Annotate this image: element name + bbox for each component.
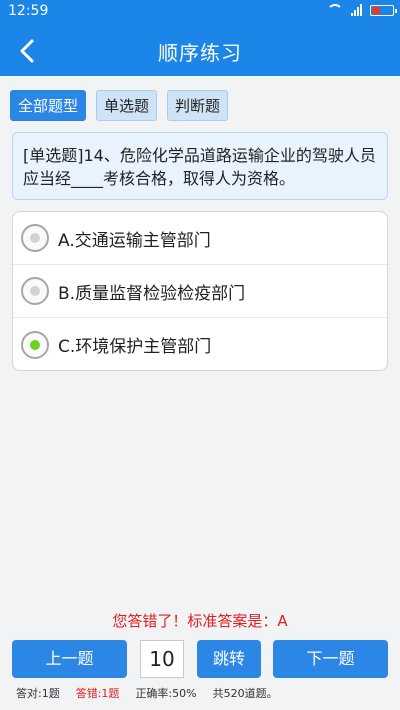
option-b[interactable]: B.质量监督检验检疫部门	[13, 265, 387, 318]
prev-question-button[interactable]: 上一题	[12, 640, 127, 678]
wifi-icon	[327, 4, 343, 16]
wrong-count: 答错:1题	[75, 687, 120, 700]
signal-icon	[351, 4, 362, 16]
status-bar: 12:59	[0, 0, 400, 24]
correct-count: 答对:1题	[16, 687, 60, 700]
answer-feedback: 您答错了！标准答案是：A	[112, 612, 288, 630]
radio-checked-icon[interactable]	[21, 330, 49, 359]
next-question-button[interactable]: 下一题	[273, 640, 388, 678]
stats-bar: 答对:1题 答错:1题 正确率:50% 共520道题。	[16, 685, 278, 701]
title-bar: 顺序练习	[0, 24, 400, 76]
tab-all-types[interactable]: 全部题型	[10, 90, 87, 121]
total-count: 共520道题。	[212, 687, 278, 700]
status-time: 12:59	[8, 3, 49, 19]
accuracy-rate: 正确率:50%	[135, 687, 197, 700]
question-type-tabs: 全部题型 单选题 判断题	[10, 90, 229, 121]
options-list: A.交通运输主管部门 B.质量监督检验检疫部门 C.环境保护主管部门	[12, 211, 388, 371]
radio-icon[interactable]	[21, 277, 49, 305]
page-title: 顺序练习	[158, 41, 242, 65]
option-c[interactable]: C.环境保护主管部门	[13, 318, 387, 370]
tab-single-choice[interactable]: 单选题	[96, 90, 158, 121]
page-number-input[interactable]	[140, 640, 184, 678]
option-a[interactable]: A.交通运输主管部门	[13, 212, 387, 265]
radio-icon[interactable]	[21, 224, 49, 252]
battery-icon	[370, 4, 397, 16]
status-icons	[327, 4, 397, 16]
question-text: [单选题]14、危险化学品道路运输企业的驾驶人员应当经____考核合格，取得人为…	[12, 132, 388, 200]
option-label: B.质量监督检验检疫部门	[58, 283, 246, 304]
navigation-controls: 上一题 跳转 下一题	[12, 640, 388, 678]
option-label: A.交通运输主管部门	[58, 230, 211, 251]
tab-true-false[interactable]: 判断题	[167, 90, 229, 121]
option-label: C.环境保护主管部门	[58, 337, 212, 357]
jump-button[interactable]: 跳转	[197, 640, 261, 678]
